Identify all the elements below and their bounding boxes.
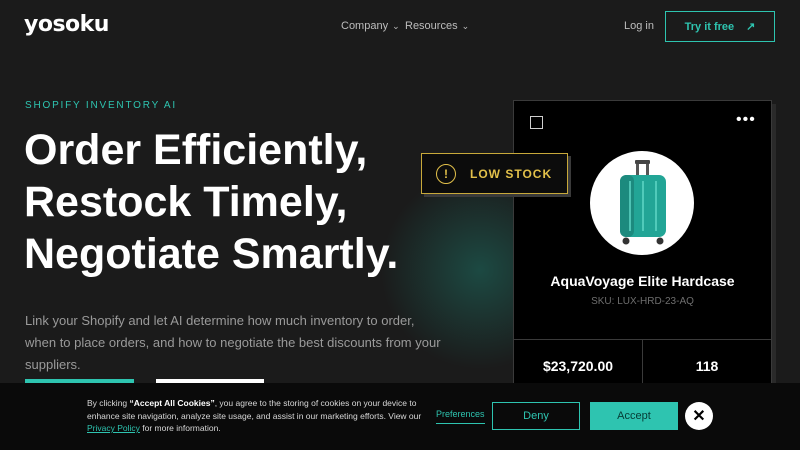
nav-resources-label: Resources — [405, 20, 458, 32]
headline-line: Order Efficiently, — [24, 126, 368, 174]
low-stock-badge: ! LOW STOCK — [421, 153, 568, 194]
headline-line: Restock Timely, — [24, 178, 348, 226]
nav-resources[interactable]: Resources ⌄ — [405, 20, 469, 32]
product-name: AquaVoyage Elite Hardcase — [550, 273, 735, 289]
hero-headline: Order Efficiently, Restock Timely, Negot… — [24, 124, 398, 280]
deny-button[interactable]: Deny — [492, 402, 580, 430]
try-free-button[interactable]: Try it free ↗ — [665, 11, 775, 42]
select-checkbox[interactable] — [530, 116, 543, 129]
hero-eyebrow: SHOPIFY INVENTORY AI — [25, 100, 177, 111]
product-sku: SKU: LUX-HRD-23-AQ — [591, 296, 694, 307]
cookie-text-bold: “Accept All Cookies” — [129, 398, 215, 408]
cookie-banner: By clicking “Accept All Cookies”, you ag… — [0, 383, 800, 450]
cookie-text: By clicking “Accept All Cookies”, you ag… — [87, 397, 432, 435]
warning-icon: ! — [436, 163, 456, 184]
nav-company[interactable]: Company ⌄ — [341, 20, 400, 32]
more-dots-icon[interactable]: ••• — [736, 111, 756, 129]
cookie-text-suffix: for more information. — [139, 423, 221, 433]
nav-company-label: Company — [341, 20, 389, 32]
preferences-link[interactable]: Preferences — [436, 409, 485, 424]
product-card: ••• AquaVoyage Elite Hardcase SKU: LUX-H… — [513, 100, 772, 391]
cookie-text-prefix: By clicking — [87, 398, 130, 408]
low-stock-label: LOW STOCK — [470, 166, 553, 181]
chevron-down-icon: ⌄ — [392, 20, 400, 31]
suitcase-icon — [620, 160, 666, 245]
login-link[interactable]: Log in — [624, 20, 654, 32]
hero-subtext: Link your Shopify and let AI determine h… — [25, 313, 441, 372]
product-image — [590, 151, 694, 255]
privacy-policy-link[interactable]: Privacy Policy — [87, 423, 140, 433]
close-icon[interactable]: ✕ — [685, 402, 713, 430]
logo[interactable]: yosoku — [24, 12, 109, 37]
try-free-label: Try it free — [684, 20, 735, 33]
arrow-up-right-icon: ↗ — [746, 21, 756, 33]
headline-line: Negotiate Smartly. — [24, 230, 399, 278]
chevron-down-icon: ⌄ — [461, 20, 470, 31]
accept-button[interactable]: Accept — [590, 402, 678, 430]
